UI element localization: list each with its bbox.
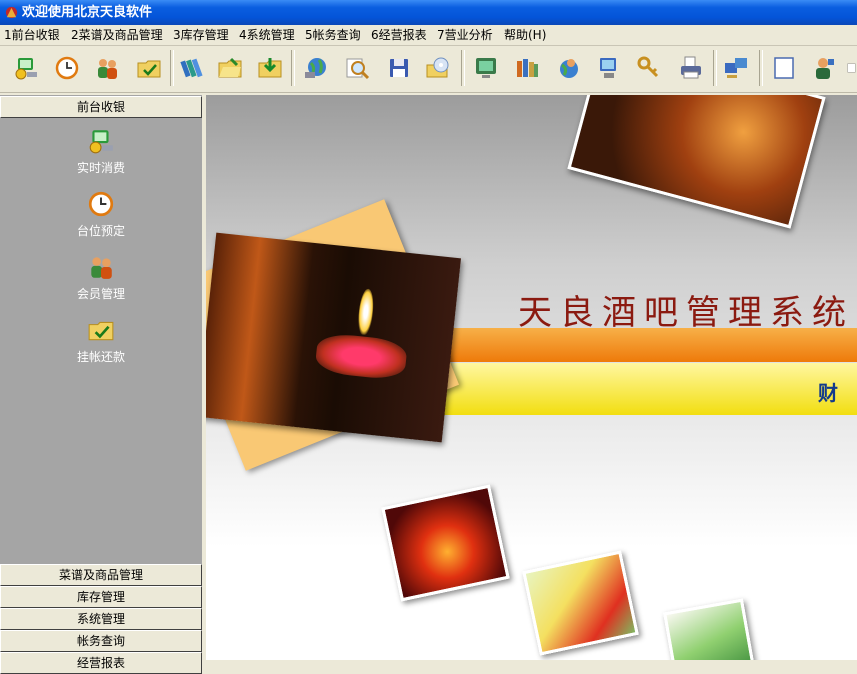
toolbar-separator <box>759 50 763 86</box>
toolbar-menu-button[interactable] <box>174 49 210 87</box>
toolbar-goods-button[interactable] <box>212 49 248 87</box>
members-icon <box>91 257 112 279</box>
network-computer-icon <box>600 58 616 78</box>
sidebar-group-front-desk[interactable]: 前台收银 <box>0 96 202 118</box>
support-user-icon <box>816 58 834 79</box>
clock-icon <box>55 56 79 80</box>
sidebar-group-inventory[interactable]: 库存管理 <box>0 586 202 608</box>
sidebar-item-credit[interactable]: 挂帐还款 <box>0 316 202 365</box>
computer-coin-icon <box>89 130 113 154</box>
computers-icon <box>725 58 747 78</box>
toolbar-more-button[interactable] <box>846 49 857 87</box>
sidebar-item-label: 会员管理 <box>76 287 125 301</box>
toolbar-user-network-button[interactable] <box>551 49 587 87</box>
toolbar-separator <box>461 50 465 86</box>
menu-item-accounts[interactable]: 5帐务查询 <box>305 27 361 43</box>
toolbar-credit-button[interactable] <box>131 49 167 87</box>
app-logo-icon <box>5 6 18 19</box>
toolbar-sync-button[interactable] <box>718 49 754 87</box>
menu-item-help[interactable]: 帮助(H) <box>504 27 546 43</box>
menu-item-reports[interactable]: 6经营报表 <box>371 27 427 43</box>
keys-icon <box>637 56 659 78</box>
printer-icon <box>681 56 701 79</box>
candle-holder <box>314 331 409 382</box>
toolbar-stock-button[interactable] <box>252 49 288 87</box>
floppy-disk-icon <box>390 59 408 77</box>
menu-bar: 1前台收银 2菜谱及商品管理 3库存管理 4系统管理 5帐务查询 6经营报表 7… <box>0 25 857 46</box>
hard-rock-photo <box>381 484 510 602</box>
toolbar-separator <box>713 50 717 86</box>
sidebar-group-reports[interactable]: 经营报表 <box>0 652 202 674</box>
menu-item-system[interactable]: 4系统管理 <box>239 27 295 43</box>
toolbar-network-button[interactable] <box>298 49 334 87</box>
sidebar-item-members[interactable]: 会员管理 <box>0 253 202 302</box>
members-icon <box>98 59 117 79</box>
toolbar <box>0 46 857 93</box>
folder-check-icon <box>137 60 161 78</box>
monitor-icon <box>476 58 496 78</box>
folder-open-icon <box>218 57 242 78</box>
sidebar-group-accounts[interactable]: 帐务查询 <box>0 630 202 652</box>
menu-item-analysis[interactable]: 7营业分析 <box>437 27 493 43</box>
banner-title: 天良酒吧管理系统 <box>518 293 854 333</box>
drink-candle-photo <box>206 232 461 443</box>
toolbar-terminal-button[interactable] <box>591 49 627 87</box>
window-title: 欢迎使用北京天良软件 <box>22 5 153 20</box>
toolbar-backup-button[interactable] <box>420 49 456 87</box>
folder-arrow-icon <box>258 58 282 78</box>
menu-item-menu-goods[interactable]: 2菜谱及商品管理 <box>71 27 163 43</box>
candle-flame <box>356 288 376 336</box>
bar-interior-photo <box>567 95 826 229</box>
sidebar-group-system[interactable]: 系统管理 <box>0 608 202 630</box>
sidebar-group-menu-goods[interactable]: 菜谱及商品管理 <box>0 564 202 586</box>
computer-coin-icon <box>15 58 37 80</box>
sidebar-item-label: 台位预定 <box>76 224 125 238</box>
blank-page-icon <box>774 57 794 79</box>
banner-subtitle: 财 <box>818 381 838 405</box>
toolbar-permission-button[interactable] <box>630 49 666 87</box>
clock-icon <box>88 191 114 217</box>
toolbar-support-button[interactable] <box>807 49 843 87</box>
cocktail-photo <box>522 550 639 656</box>
books-icon <box>180 58 203 78</box>
sidebar: 前台收银 实时消费 台位预定 会员管理 挂帐还款 菜谱及商品管理 库存管理 系统… <box>0 95 202 674</box>
sidebar-item-label: 实时消费 <box>76 161 125 175</box>
welcome-banner: 天良酒吧管理系统 财 <box>206 95 857 660</box>
toolbar-realtime-button[interactable] <box>8 49 44 87</box>
mojito-photo <box>663 598 756 660</box>
menu-item-inventory[interactable]: 3库存管理 <box>173 27 229 43</box>
toolbar-display-button[interactable] <box>468 49 504 87</box>
user-globe-icon <box>560 59 578 78</box>
library-icon <box>517 59 538 77</box>
toolbar-print-button[interactable] <box>673 49 709 87</box>
toolbar-save-button[interactable] <box>381 49 417 87</box>
toolbar-members-button[interactable] <box>89 49 125 87</box>
toolbar-reserve-button[interactable] <box>49 49 85 87</box>
toolbar-library-button[interactable] <box>509 49 545 87</box>
toolbar-search-button[interactable] <box>339 49 375 87</box>
sidebar-item-reserve[interactable]: 台位预定 <box>0 190 202 239</box>
sidebar-item-label: 挂帐还款 <box>76 350 125 364</box>
magnifier-icon <box>346 58 370 80</box>
sidebar-item-realtime[interactable]: 实时消费 <box>0 127 202 176</box>
globe-icon <box>305 58 326 78</box>
window-titlebar[interactable]: 欢迎使用北京天良软件 <box>0 0 857 25</box>
folder-check-icon <box>88 321 114 341</box>
cd-folder-icon <box>426 57 449 78</box>
toolbar-new-button[interactable] <box>766 49 802 87</box>
menu-item-front-desk[interactable]: 1前台收银 <box>4 27 60 43</box>
toolbar-separator <box>291 50 295 86</box>
partial-icon <box>847 63 856 73</box>
